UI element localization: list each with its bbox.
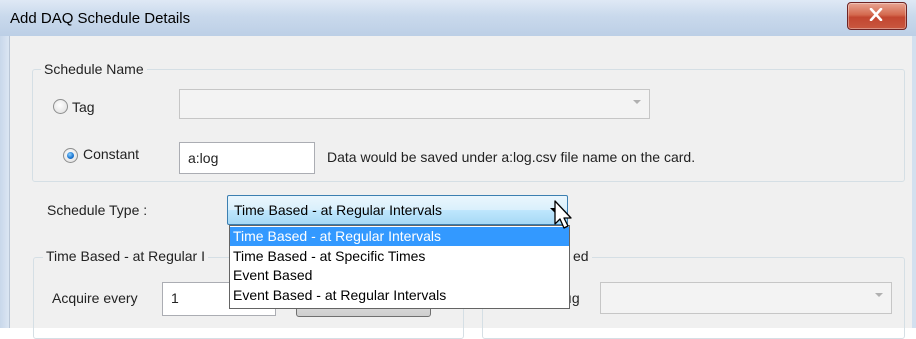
- constant-input-value: a:log: [188, 150, 219, 166]
- constant-input[interactable]: a:log: [179, 142, 315, 174]
- close-button[interactable]: [847, 2, 907, 30]
- tag-select[interactable]: [179, 89, 650, 119]
- close-icon: [869, 8, 883, 21]
- tag-radio-label[interactable]: Tag: [72, 99, 95, 115]
- title-bar[interactable]: Add DAQ Schedule Details: [0, 0, 916, 37]
- dropdown-option[interactable]: Time Based - at Regular Intervals: [230, 227, 569, 246]
- chevron-down-icon: [875, 293, 883, 297]
- dropdown-option[interactable]: Event Based: [230, 266, 569, 285]
- schedule-name-legend: Schedule Name: [41, 61, 147, 77]
- dropdown-option[interactable]: Time Based - at Specific Times: [230, 247, 569, 266]
- dialog-title: Add DAQ Schedule Details: [10, 10, 191, 27]
- schedule-type-dropdown[interactable]: Time Based - at Regular Intervals Time B…: [229, 225, 570, 309]
- time-based-legend: Time Based - at Regular I: [43, 248, 208, 264]
- dropdown-option[interactable]: Event Based - at Regular Intervals: [230, 286, 569, 305]
- schedule-name-group: [32, 69, 905, 182]
- constant-radio-label[interactable]: Constant: [83, 146, 139, 162]
- window-frame-left: [0, 36, 9, 328]
- schedule-type-select[interactable]: Time Based - at Regular Intervals: [227, 195, 568, 225]
- event-based-legend: ed: [570, 248, 592, 264]
- mouse-cursor-icon: [554, 200, 572, 229]
- chevron-down-icon: [633, 100, 641, 104]
- schedule-type-label: Schedule Type :: [47, 202, 148, 218]
- filename-info-text: Data would be saved under a:log.csv file…: [327, 149, 696, 165]
- acquire-every-value: 1: [171, 290, 179, 306]
- window-frame-right: [912, 36, 916, 328]
- radio-selected-dot: [67, 152, 74, 159]
- schedule-type-value: Time Based - at Regular Intervals: [234, 202, 443, 218]
- event-tag-select[interactable]: [600, 282, 892, 314]
- constant-radio[interactable]: [63, 148, 78, 163]
- acquire-every-label: Acquire every: [52, 290, 138, 306]
- tag-radio[interactable]: [53, 99, 68, 114]
